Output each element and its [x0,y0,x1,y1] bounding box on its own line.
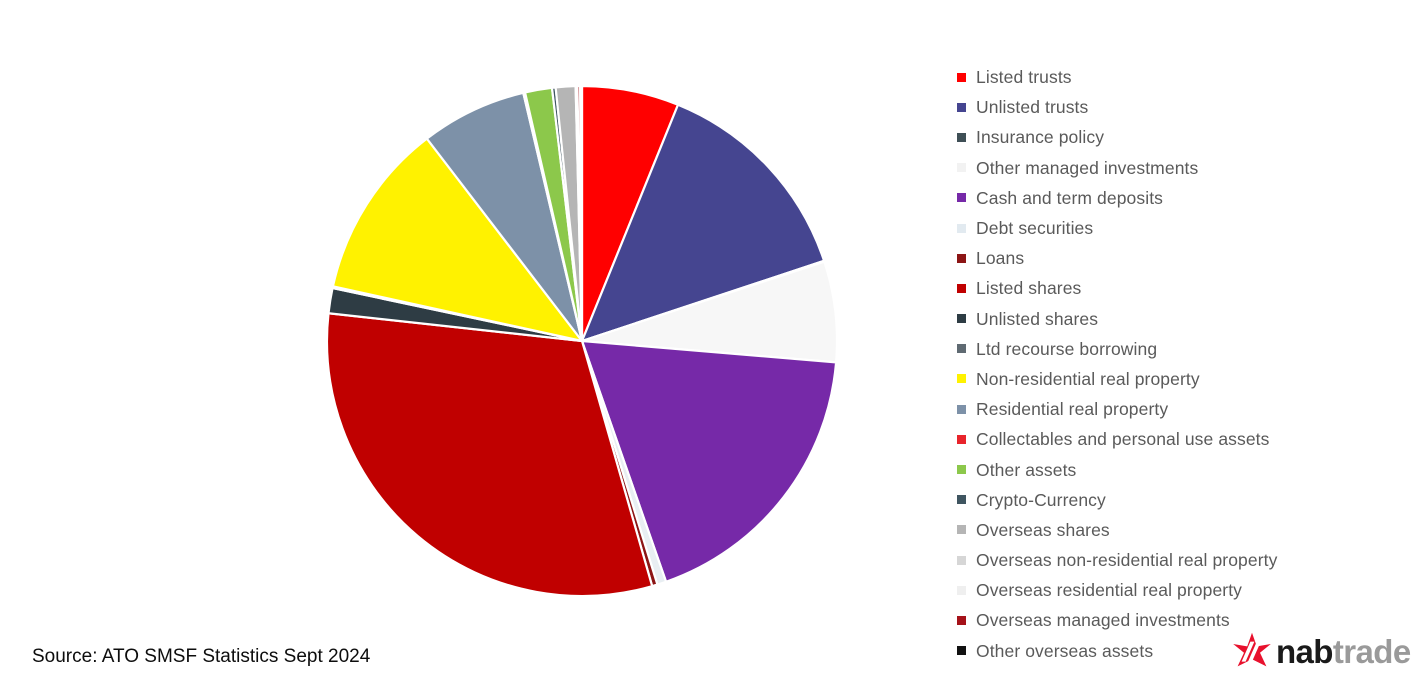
nab-star-icon [1233,632,1271,667]
legend-item[interactable]: Ltd recourse borrowing [957,334,1397,364]
legend-swatch-icon [957,193,966,203]
legend-swatch-icon [957,102,966,112]
legend-item[interactable]: Listed trusts [957,62,1397,92]
legend-item-label: Unlisted trusts [976,97,1089,118]
legend-item[interactable]: Overseas residential real property [957,575,1397,605]
legend-swatch-icon [957,283,966,293]
legend-item-label: Listed trusts [976,67,1072,88]
legend-swatch-icon [957,615,966,625]
legend-item-label: Loans [976,248,1025,269]
chart-legend: Listed trusts Unlisted trusts Insurance po… [957,62,1397,666]
source-note: Source: ATO SMSF Statistics Sept 2024 [32,646,371,667]
legend-item[interactable]: Collectables and personal use assets [957,424,1397,454]
legend-item[interactable]: Listed shares [957,273,1397,303]
legend-item[interactable]: Insurance policy [957,122,1397,152]
pie-chart-page: Listed trusts Unlisted trusts Insurance po… [0,0,1420,683]
pie-chart [300,60,870,630]
legend-swatch-icon [957,646,966,656]
legend-swatch-icon [957,72,966,82]
legend-item[interactable]: Overseas non-residential real property [957,545,1397,575]
legend-swatch-icon [957,585,966,595]
legend-item-label: Overseas residential real property [976,580,1243,601]
legend-item-label: Listed shares [976,278,1082,299]
legend-swatch-icon [957,374,966,384]
legend-item-label: Insurance policy [976,127,1105,148]
logo-wordmark: nabtrade [1276,635,1411,669]
legend-item-label: Cash and term deposits [976,187,1164,208]
legend-item-label: Other managed investments [976,157,1199,178]
legend-item-label: Overseas non-residential real property [976,550,1278,571]
legend-item[interactable]: Cash and term deposits [957,183,1397,213]
logo-text-nab: nab [1276,633,1333,670]
legend-swatch-icon [957,253,966,263]
legend-swatch-icon [957,404,966,414]
legend-item[interactable]: Other managed investments [957,153,1397,183]
legend-item-label: Other overseas assets [976,640,1154,661]
legend-swatch-icon [957,314,966,324]
legend-item[interactable]: Crypto-Currency [957,485,1397,515]
legend-item[interactable]: Residential real property [957,394,1397,424]
legend-item[interactable]: Debt securities [957,213,1397,243]
legend-swatch-icon [957,344,966,354]
legend-item-label: Overseas shares [976,519,1110,540]
legend-item-label: Ltd recourse borrowing [976,338,1158,359]
legend-item[interactable]: Non-residential real property [957,364,1397,394]
legend-swatch-icon [957,434,966,444]
legend-item-label: Residential real property [976,399,1169,420]
legend-item-label: Overseas managed investments [976,610,1230,631]
nabtrade-logo: nabtrade [1232,631,1411,673]
legend-swatch-icon [957,555,966,565]
legend-swatch-icon [957,465,966,475]
legend-swatch-icon [957,525,966,535]
legend-item-label: Other assets [976,459,1077,480]
legend-item[interactable]: Other assets [957,454,1397,484]
legend-item-label: Debt securities [976,218,1094,239]
legend-item-label: Unlisted shares [976,308,1099,329]
legend-swatch-icon [957,163,966,173]
legend-swatch-icon [957,495,966,505]
legend-item-label: Crypto-Currency [976,489,1106,510]
legend-item-label: Collectables and personal use assets [976,429,1270,450]
pie-slice-group [325,84,839,598]
legend-swatch-icon [957,223,966,233]
pie-chart-svg [325,84,839,598]
legend-item[interactable]: Loans [957,243,1397,273]
logo-text-trade: trade [1332,633,1411,670]
legend-swatch-icon [957,132,966,142]
legend-item[interactable]: Overseas shares [957,515,1397,545]
legend-item[interactable]: Unlisted shares [957,304,1397,334]
legend-item[interactable]: Unlisted trusts [957,92,1397,122]
legend-item-label: Non-residential real property [976,368,1200,389]
